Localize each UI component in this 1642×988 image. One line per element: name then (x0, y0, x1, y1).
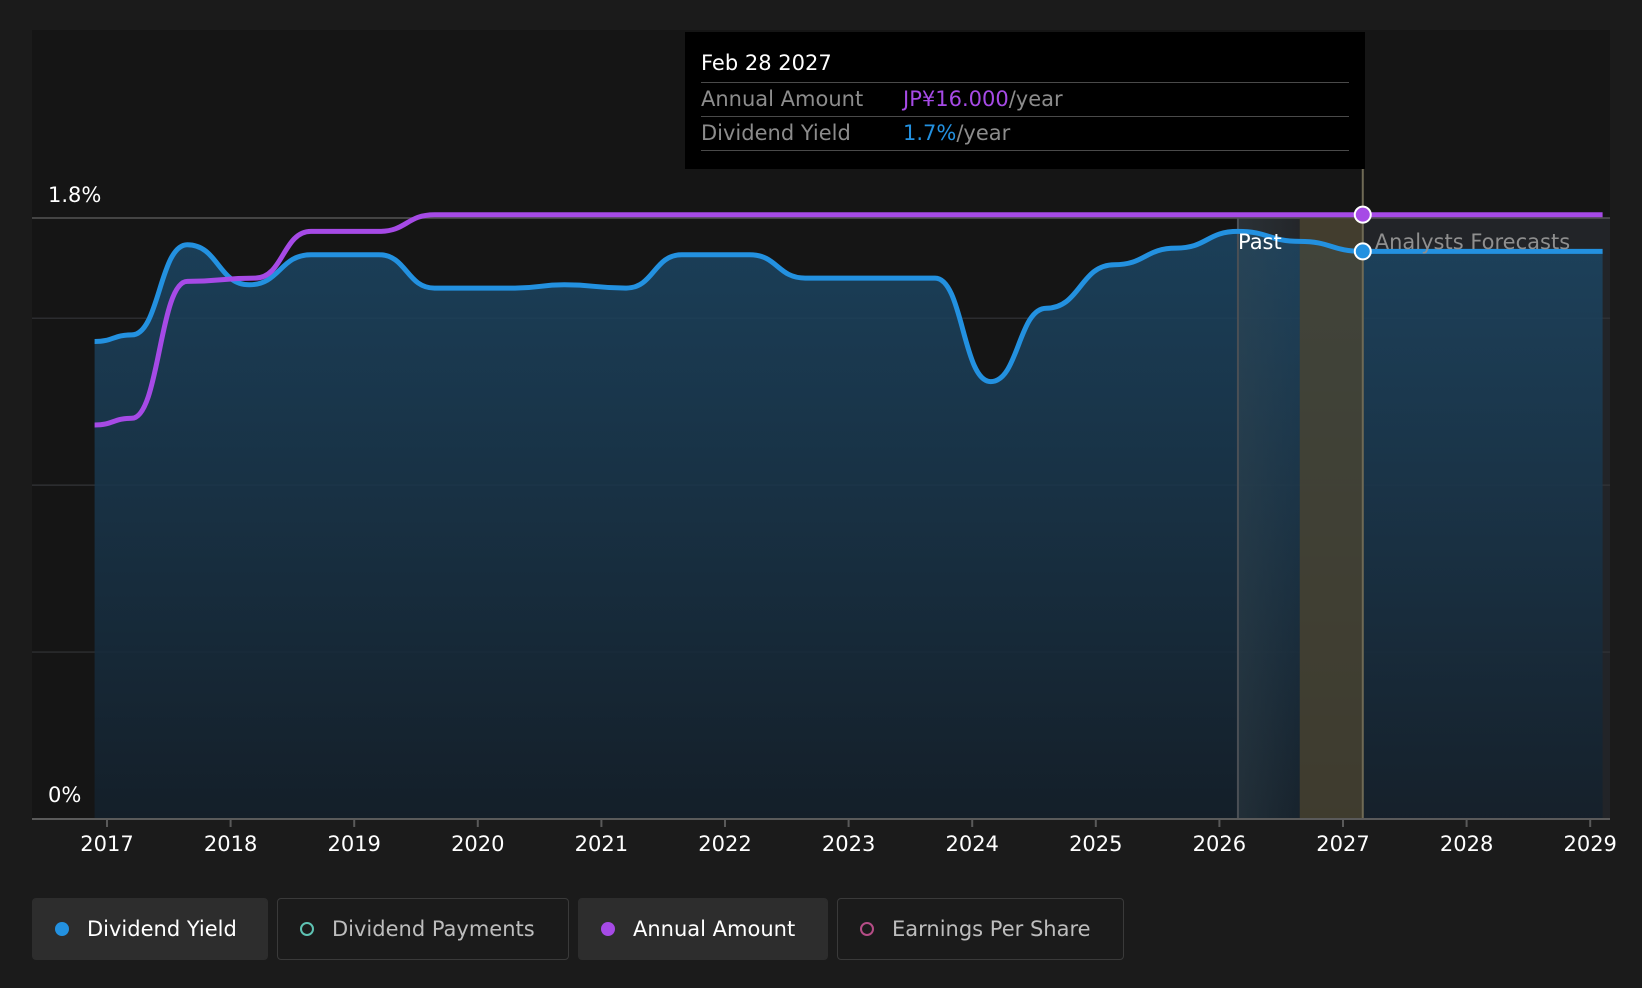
legend-dividend-yield[interactable]: Dividend Yield (32, 898, 268, 960)
tooltip: Feb 28 2027 Annual Amount JP¥16.000 /yea… (685, 32, 1365, 169)
x-tick-label: 2029 (1563, 832, 1616, 856)
legend-ring-icon (300, 922, 314, 936)
legend-label: Dividend Payments (332, 917, 535, 941)
x-axis: 2017 2018 2019 2020 2021 2022 2023 2024 2025 2026… (80, 819, 1617, 856)
tooltip-row-dividend-yield: Dividend Yield 1.7% /year (701, 117, 1349, 151)
x-tick-label: 2022 (698, 832, 751, 856)
dividend-yield-area (94, 231, 1603, 819)
legend-ring-icon (860, 922, 874, 936)
legend-dot-icon (601, 922, 615, 936)
tooltip-date: Feb 28 2027 (701, 48, 1349, 83)
x-tick-label: 2017 (80, 832, 133, 856)
tooltip-unit: /year (1008, 87, 1063, 111)
x-tick-label: 2019 (327, 832, 380, 856)
legend-annual-amount[interactable]: Annual Amount (578, 898, 828, 960)
past-fade-region (1237, 218, 1300, 819)
annual-amount-marker[interactable] (1353, 205, 1372, 224)
x-tick-label: 2028 (1440, 832, 1493, 856)
tooltip-label: Dividend Yield (701, 121, 851, 145)
tooltip-label: Annual Amount (701, 87, 864, 111)
x-tick-label: 2027 (1316, 832, 1369, 856)
x-tick-label: 2026 (1193, 832, 1246, 856)
y-label-top: 1.8% (48, 183, 101, 207)
legend-earnings-per-share[interactable]: Earnings Per Share (837, 898, 1124, 960)
tooltip-unit: /year (956, 121, 1011, 145)
x-tick-label: 2021 (575, 832, 628, 856)
forecast-highlight (1299, 218, 1363, 819)
tooltip-row-annual-amount: Annual Amount JP¥16.000 /year (701, 83, 1349, 117)
legend-label: Annual Amount (633, 917, 796, 941)
past-label: Past (1238, 230, 1282, 254)
tooltip-value: JP¥16.000 (903, 87, 1009, 111)
x-tick-label: 2020 (451, 832, 504, 856)
x-tick-label: 2018 (204, 832, 257, 856)
dividend-yield-marker[interactable] (1353, 242, 1372, 261)
x-tick-label: 2025 (1069, 832, 1122, 856)
legend-label: Dividend Yield (87, 917, 237, 941)
tooltip-value: 1.7% (903, 121, 957, 145)
y-label-bottom: 0% (48, 783, 81, 807)
x-tick-label: 2024 (945, 832, 998, 856)
legend-label: Earnings Per Share (892, 917, 1091, 941)
analysts-forecasts-label: Analysts Forecasts (1375, 230, 1570, 254)
legend-dot-icon (55, 922, 69, 936)
legend-dividend-payments[interactable]: Dividend Payments (277, 898, 569, 960)
x-tick-label: 2023 (822, 832, 875, 856)
